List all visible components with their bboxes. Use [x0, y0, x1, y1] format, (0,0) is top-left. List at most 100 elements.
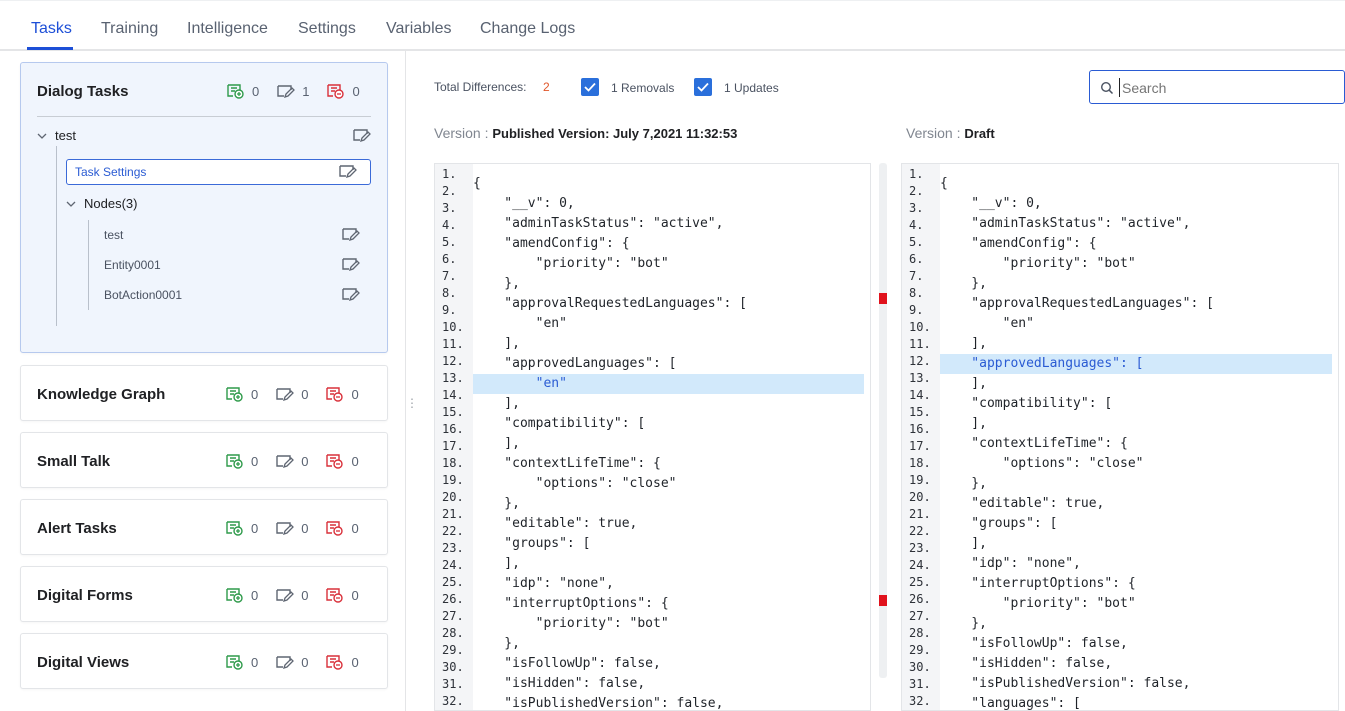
code-line: "approvalRequestedLanguages": [	[940, 296, 1214, 311]
updates-count: 0	[274, 587, 308, 603]
task-remove-icon	[326, 521, 344, 536]
digital-views-card[interactable]: Digital Views 0 0 0	[20, 633, 388, 689]
code-line: "priority": "bot"	[473, 616, 669, 631]
code-line: },	[940, 616, 987, 631]
updates-count: 0	[274, 520, 308, 536]
task-edit-icon	[277, 85, 296, 99]
search-icon	[1100, 81, 1114, 100]
total-differences-value: 2	[543, 80, 550, 94]
tab-change-logs[interactable]: Change Logs	[480, 20, 575, 38]
code-line: {	[473, 176, 481, 191]
tree-task-name[interactable]: test	[55, 128, 76, 143]
tab-intelligence[interactable]: Intelligence	[187, 20, 268, 38]
edit-icon[interactable]	[340, 226, 360, 247]
line-number: 27.	[442, 609, 464, 623]
code-line: "en"	[473, 316, 567, 331]
removals-checkbox[interactable]	[581, 78, 599, 96]
code-line: "options": "close"	[940, 456, 1144, 471]
line-number: 19.	[442, 473, 464, 487]
tree-line	[56, 146, 57, 326]
line-number: 13.	[442, 371, 464, 385]
card-title: Dialog Tasks	[37, 83, 129, 100]
task-settings-item[interactable]: Task Settings	[66, 159, 371, 185]
updates-checkbox[interactable]	[694, 78, 712, 96]
code-line: "isPublishedVersion": false,	[940, 676, 1191, 691]
line-number: 17.	[442, 439, 464, 453]
card-title: Knowledge Graph	[37, 386, 166, 403]
line-number: 17.	[909, 439, 931, 453]
removals-label[interactable]: 1 Removals	[611, 81, 674, 95]
edit-icon[interactable]	[337, 163, 357, 184]
code-line: "__v": 0,	[940, 196, 1042, 211]
node-item[interactable]: test	[104, 228, 123, 242]
published-version-value: Published Version: July 7,2021 11:32:53	[492, 126, 738, 141]
task-edit-icon	[276, 589, 295, 603]
task-add-icon	[226, 387, 243, 402]
updates-label[interactable]: 1 Updates	[724, 81, 779, 95]
additions-count: 0	[224, 587, 258, 603]
code-line: "isPublishedVersion": false,	[473, 696, 724, 711]
code-line: "idp": "none",	[473, 576, 614, 591]
knowledge-graph-card[interactable]: Knowledge Graph 0 0 0	[20, 365, 388, 421]
draft-code-viewer[interactable]: 1. 2. 3. 4. 5. 6. 7. 8. 9. 10. 11. 12. 13. 14. 15. 16. 1…	[901, 163, 1339, 711]
line-number: 24.	[442, 558, 464, 572]
top-tab-bar: Tasks Training Intelligence Settings Var…	[0, 0, 1345, 51]
additions-count: 0	[225, 83, 259, 99]
code-line: ],	[940, 376, 987, 391]
task-add-icon	[226, 655, 243, 670]
nodes-group-label[interactable]: Nodes(3)	[84, 196, 137, 211]
line-number: 27.	[909, 609, 931, 623]
tab-variables[interactable]: Variables	[386, 20, 452, 38]
change-counts: 000	[224, 654, 359, 670]
code-line: "priority": "bot"	[940, 256, 1136, 271]
node-item[interactable]: BotAction0001	[104, 288, 182, 302]
code-line: "approvedLanguages": [	[940, 356, 1144, 371]
line-number: 3.	[442, 201, 457, 215]
line-number: 16.	[909, 422, 931, 436]
line-number: 23.	[442, 541, 464, 555]
edit-icon[interactable]	[340, 286, 360, 307]
task-edit-icon	[276, 388, 295, 402]
diff-marker[interactable]	[879, 595, 887, 606]
tab-tasks[interactable]: Tasks	[31, 20, 72, 38]
chevron-down-icon[interactable]	[65, 196, 77, 214]
search-box[interactable]	[1089, 70, 1345, 104]
line-number: 5.	[442, 235, 457, 249]
removals-count: 0	[324, 453, 359, 469]
line-number: 5.	[909, 235, 924, 249]
line-number: 7.	[909, 269, 924, 283]
line-number: 32.	[442, 694, 464, 708]
alert-tasks-card[interactable]: Alert Tasks 0 0 0	[20, 499, 388, 555]
code-line: "approvalRequestedLanguages": [	[473, 296, 747, 311]
node-item[interactable]: Entity0001	[104, 258, 161, 272]
code-line: ],	[473, 396, 520, 411]
tab-settings[interactable]: Settings	[298, 20, 356, 38]
code-line: },	[473, 636, 520, 651]
line-number: 19.	[909, 473, 931, 487]
code-line: "adminTaskStatus": "active",	[940, 216, 1191, 231]
checkmark-icon	[697, 82, 709, 92]
edit-icon[interactable]	[340, 256, 360, 277]
line-number: 12.	[442, 354, 464, 368]
code-line: "priority": "bot"	[473, 256, 669, 271]
line-number: 6.	[909, 252, 924, 266]
published-code-viewer[interactable]: 1. 2. 3. 4. 5. 6. 7. 8. 9. 10. 11. 12. 13. 14. 15. 16. 1…	[434, 163, 871, 711]
search-input[interactable]	[1119, 78, 1334, 97]
task-add-icon	[226, 521, 243, 536]
line-number: 13.	[909, 371, 931, 385]
code-line: "interruptOptions": {	[940, 576, 1136, 591]
chevron-down-icon[interactable]	[36, 128, 48, 146]
code-line: "isFollowUp": false,	[473, 656, 661, 671]
line-number: 31.	[442, 677, 464, 691]
digital-forms-card[interactable]: Digital Forms 0 0 0	[20, 566, 388, 622]
code-line: },	[473, 276, 520, 291]
code-line: "amendConfig": {	[940, 236, 1097, 251]
code-line: ],	[473, 336, 520, 351]
line-number: 28.	[442, 626, 464, 640]
edit-icon[interactable]	[351, 127, 371, 148]
additions-count: 0	[224, 453, 258, 469]
diff-marker[interactable]	[879, 293, 887, 304]
additions-count: 0	[224, 654, 258, 670]
small-talk-card[interactable]: Small Talk 0 0 0	[20, 432, 388, 488]
tab-training[interactable]: Training	[101, 20, 158, 38]
